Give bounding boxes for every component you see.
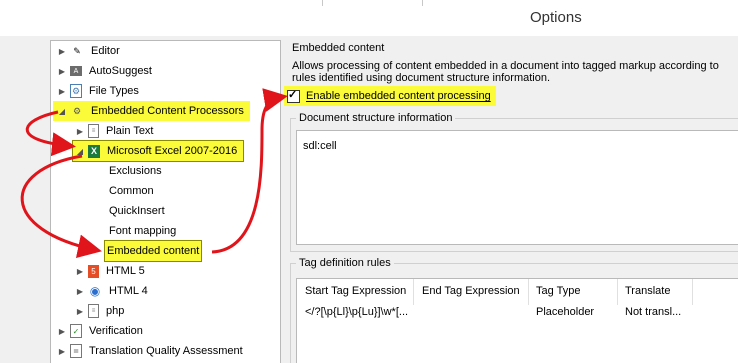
column-divider[interactable] (692, 279, 693, 305)
tree-item-label: File Types (89, 85, 139, 97)
pencil-icon: ✎ (73, 45, 81, 56)
tree-item-microsoft-excel[interactable]: ◢ X Microsoft Excel 2007-2016 (71, 140, 245, 162)
expand-arrow-icon[interactable]: ▶ (57, 87, 67, 96)
tree-item-html4[interactable]: ▶ ◉ HTML 4 (75, 281, 150, 301)
excel-icon: X (88, 144, 100, 158)
checklist-icon: ≣ (70, 344, 82, 358)
column-divider[interactable] (413, 279, 414, 305)
tree-item-label: QuickInsert (109, 205, 165, 217)
tree-item-label: Verification (89, 325, 143, 337)
tree-item-autosuggest[interactable]: ▶ A AutoSuggest (57, 61, 154, 81)
tree-item-font-mapping[interactable]: Font mapping (107, 221, 178, 241)
expand-arrow-icon[interactable]: ▶ (75, 287, 85, 296)
document-icon: ≡ (88, 124, 99, 138)
titlebar-divider (322, 0, 323, 6)
enable-embedded-content-checkbox[interactable]: Enable embedded content processing (284, 86, 496, 106)
document-structure-value: sdl:cell (303, 140, 337, 152)
tree-item-common[interactable]: Common (107, 181, 156, 201)
embedded-content-description: Allows processing of content embedded in… (292, 60, 719, 84)
column-header-end-tag[interactable]: End Tag Expression (422, 285, 520, 297)
tree-item-label: Exclusions (109, 165, 162, 177)
cell-translate[interactable]: Not transl... (625, 306, 681, 318)
tag-rules-table[interactable]: Start Tag Expression End Tag Expression … (296, 278, 738, 363)
tree-item-embedded-content[interactable]: Embedded content (103, 240, 203, 262)
tree-item-translation-quality-assessment[interactable]: ▶ ≣ Translation Quality Assessment (57, 341, 245, 361)
column-header-translate[interactable]: Translate (625, 285, 670, 297)
tree-item-php[interactable]: ▶ ≡ php (75, 301, 126, 321)
tree-item-editor[interactable]: ▶ ✎ Editor (57, 41, 122, 61)
cell-tag-type[interactable]: Placeholder (536, 306, 594, 318)
checkbox-label: Enable embedded content processing (306, 90, 491, 102)
tree-item-label: Common (109, 185, 154, 197)
titlebar-divider (422, 0, 423, 6)
window-titlebar: Options (0, 0, 738, 36)
file-gear-icon: ⚙ (70, 84, 82, 98)
tree-item-label: php (106, 305, 125, 317)
tag-definition-title: Tag definition rules (296, 257, 394, 269)
globe-icon: ◉ (89, 284, 101, 298)
tree-item-label: HTML 5 (106, 265, 145, 277)
expand-arrow-icon[interactable]: ▶ (57, 47, 67, 56)
document-icon: ≡ (88, 304, 99, 318)
checkbox-checked-icon[interactable] (287, 88, 300, 103)
cell-start-tag[interactable]: </?[\p{Ll}\p{Lu}]\w*[... (305, 306, 408, 318)
column-divider[interactable] (617, 279, 618, 305)
autosuggest-icon: A (70, 66, 82, 76)
tree-item-label: Translation Quality Assessment (89, 345, 243, 357)
gear-icon: ⚙ (72, 105, 82, 116)
expand-arrow-icon[interactable]: ▶ (75, 307, 85, 316)
tree-item-exclusions[interactable]: Exclusions (107, 161, 164, 181)
dialog-title: Options (530, 9, 582, 26)
document-structure-title: Document structure information (296, 112, 456, 124)
tree-item-embedded-content-processors[interactable]: ◢ ⚙ Embedded Content Processors (53, 101, 250, 121)
tree-item-label: Editor (91, 45, 120, 57)
tree-item-quickinsert[interactable]: QuickInsert (107, 201, 167, 221)
column-header-tag-type[interactable]: Tag Type (536, 285, 580, 297)
expand-arrow-icon[interactable]: ▶ (57, 67, 67, 76)
column-divider[interactable] (528, 279, 529, 305)
tree-item-label: Microsoft Excel 2007-2016 (107, 145, 238, 157)
embedded-content-section-title: Embedded content (292, 42, 385, 54)
tree-item-label: Plain Text (106, 125, 154, 137)
collapse-arrow-icon[interactable]: ◢ (57, 107, 67, 116)
tree-item-label: Embedded Content Processors (91, 105, 244, 117)
column-header-start-tag[interactable]: Start Tag Expression (305, 285, 406, 297)
tree-item-plain-text[interactable]: ▶ ≡ Plain Text (75, 121, 156, 141)
expand-arrow-icon[interactable]: ▶ (75, 267, 85, 276)
collapse-arrow-icon[interactable]: ◢ (75, 147, 85, 156)
html5-icon: 5 (88, 264, 99, 278)
expand-arrow-icon[interactable]: ▶ (75, 127, 85, 136)
tree-item-label: Font mapping (109, 225, 177, 237)
tree-item-label: Embedded content (107, 245, 200, 257)
expand-arrow-icon[interactable]: ▶ (57, 347, 67, 356)
tree-item-file-types[interactable]: ▶ ⚙ File Types (57, 81, 141, 101)
tree-item-verification[interactable]: ▶ ✓ Verification (57, 321, 145, 341)
options-tree[interactable]: ▶ ✎ Editor ▶ A AutoSuggest ▶ ⚙ File Type… (50, 40, 281, 363)
expand-arrow-icon[interactable]: ▶ (57, 327, 67, 336)
tree-item-label: HTML 4 (109, 285, 148, 297)
tree-item-label: AutoSuggest (89, 65, 152, 77)
verification-icon: ✓ (70, 324, 82, 338)
tree-item-html5[interactable]: ▶ 5 HTML 5 (75, 261, 147, 281)
document-structure-textbox[interactable]: sdl:cell (296, 130, 738, 245)
